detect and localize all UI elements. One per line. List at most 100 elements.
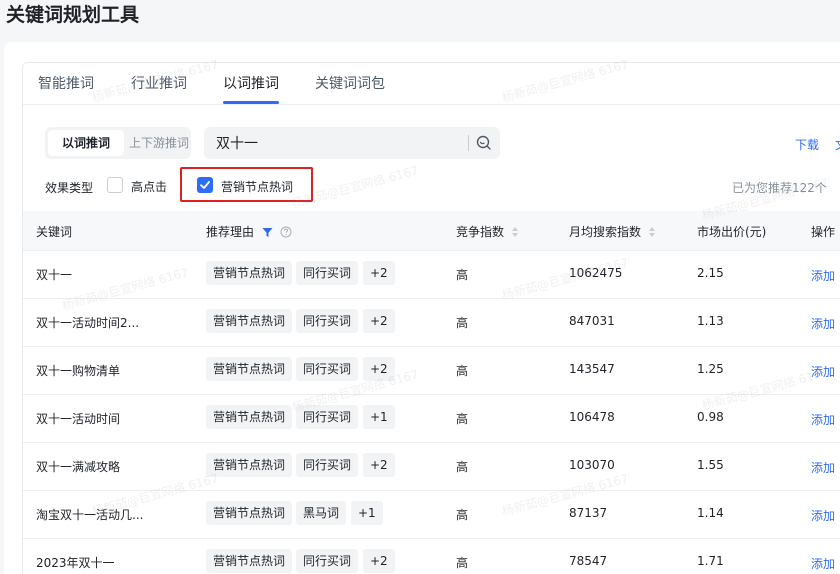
monthly-search-cell: 143547	[569, 362, 615, 376]
reason-tag: 营销节点热词	[206, 453, 293, 477]
download-link[interactable]: 下载	[795, 136, 819, 153]
reason-tag-more[interactable]: +2	[363, 261, 395, 285]
reason-tag: 同行买词	[296, 357, 359, 381]
sort-icon[interactable]	[511, 226, 519, 241]
reason-tag-more[interactable]: +1	[351, 501, 383, 525]
market-bid-cell: 1.14	[697, 506, 724, 520]
table-header: 关键词 推荐理由 竞争指数 月均搜索指数 市场出价(元) 操作	[23, 211, 840, 251]
checkbox-box[interactable]	[107, 177, 123, 193]
checkbox-marketing-hot[interactable]: 营销节点热词	[197, 175, 307, 195]
reason-tag-more[interactable]: +1	[363, 405, 395, 429]
market-bid-cell: 1.55	[697, 458, 724, 472]
tab-keyword-package[interactable]: 关键词词包	[315, 74, 385, 94]
keyword-cell: 双十一	[36, 268, 73, 282]
keyword-cell: 淘宝双十一活动几...	[36, 508, 144, 522]
help-icon[interactable]	[280, 226, 292, 241]
add-button[interactable]: 添加	[811, 315, 835, 332]
reason-tag: 营销节点热词	[206, 501, 293, 525]
reason-tag: 同行买词	[296, 549, 359, 573]
reason-tag: 营销节点热词	[206, 309, 293, 333]
reason-tag: 营销节点热词	[206, 261, 293, 285]
reason-tag-more[interactable]: +2	[363, 453, 395, 477]
tab-smart-recommend[interactable]: 智能推词	[38, 74, 94, 94]
add-button[interactable]: 添加	[811, 267, 835, 284]
competition-cell: 高	[456, 508, 469, 522]
table-row: 双十一 营销节点热词 同行买词 +2 高 1062475 2.15 添加	[23, 251, 840, 299]
reason-tag: 同行买词	[296, 405, 359, 429]
add-button[interactable]: 添加	[811, 555, 835, 572]
col-monthly-search[interactable]: 月均搜索指数	[569, 223, 656, 241]
monthly-search-cell: 87137	[569, 506, 608, 520]
search-input[interactable]	[216, 127, 456, 159]
table-row: 双十一购物清单 营销节点热词 同行买词 +2 高 143547 1.25 添加	[23, 347, 840, 395]
competition-cell: 高	[456, 460, 469, 474]
search-icon[interactable]	[474, 133, 494, 153]
monthly-search-cell: 847031	[569, 314, 615, 328]
market-bid-cell: 0.98	[697, 410, 724, 424]
search-divider	[468, 135, 469, 151]
keyword-search-box	[204, 127, 500, 159]
add-button[interactable]: 添加	[811, 411, 835, 428]
keyword-planner-panel: 智能推词 行业推词 以词推词 关键词词包 以词推词 上下游推词 下载 文 效果类…	[22, 62, 840, 574]
competition-cell: 高	[456, 316, 469, 330]
reason-tag: 同行买词	[296, 261, 359, 285]
reason-tag: 黑马词	[296, 501, 347, 525]
reason-tag: 同行买词	[296, 453, 359, 477]
mode-updown-recommend[interactable]: 上下游推词	[129, 130, 189, 156]
effect-type-label: 效果类型	[45, 181, 94, 195]
extra-action-link[interactable]: 文	[835, 136, 840, 153]
col-keyword: 关键词	[36, 225, 73, 239]
monthly-search-cell: 78547	[569, 554, 608, 568]
reason-tag: 营销节点热词	[206, 549, 293, 573]
reason-tag: 营销节点热词	[206, 405, 293, 429]
keyword-cell: 双十一满减攻略	[36, 460, 121, 474]
add-button[interactable]: 添加	[811, 459, 835, 476]
monthly-search-cell: 1062475	[569, 266, 623, 280]
tab-word-recommend[interactable]: 以词推词	[223, 74, 279, 94]
col-market-bid: 市场出价(元)	[697, 225, 767, 239]
col-competition[interactable]: 竞争指数	[456, 223, 519, 241]
competition-cell: 高	[456, 268, 469, 282]
reason-tag-more[interactable]: +2	[363, 357, 395, 381]
checkbox-box-checked[interactable]	[197, 177, 213, 193]
checkbox-label: 高点击	[131, 180, 168, 194]
add-button[interactable]: 添加	[811, 507, 835, 524]
competition-cell: 高	[456, 556, 469, 570]
table-row: 2023年双十一 营销节点热词 同行买词 +2 高 78547 1.71 添加	[23, 539, 840, 574]
reason-tag-more[interactable]: +2	[363, 309, 395, 333]
monthly-search-cell: 103070	[569, 458, 615, 472]
checkbox-high-click[interactable]: 高点击	[107, 175, 177, 195]
competition-cell: 高	[456, 364, 469, 378]
active-tab-indicator	[223, 101, 279, 104]
keyword-cell: 双十一购物清单	[36, 364, 121, 378]
check-icon	[200, 181, 210, 189]
filter-icon[interactable]	[262, 227, 273, 241]
col-reason: 推荐理由	[206, 223, 292, 241]
keyword-cell: 2023年双十一	[36, 556, 115, 570]
table-row: 双十一活动时间 营销节点热词 同行买词 +1 高 106478 0.98 添加	[23, 395, 840, 443]
table-row: 双十一满减攻略 营销节点热词 同行买词 +2 高 103070 1.55 添加	[23, 443, 840, 491]
table-row: 淘宝双十一活动几... 营销节点热词 黑马词 +1 高 87137 1.14 添…	[23, 491, 840, 539]
col-action: 操作	[811, 225, 836, 239]
checkbox-label: 营销节点热词	[221, 180, 294, 194]
reason-tag-more[interactable]: +2	[363, 549, 395, 573]
reason-tag: 同行买词	[296, 309, 359, 333]
mode-switch: 以词推词 上下游推词	[45, 127, 191, 159]
competition-cell: 高	[456, 412, 469, 426]
tab-industry-recommend[interactable]: 行业推词	[131, 74, 187, 94]
keyword-cell: 双十一活动时间	[36, 412, 121, 426]
reason-tag: 营销节点热词	[206, 357, 293, 381]
tab-bar: 智能推词 行业推词 以词推词 关键词词包	[23, 63, 840, 105]
sort-icon[interactable]	[648, 226, 656, 241]
market-bid-cell: 1.71	[697, 554, 724, 568]
market-bid-cell: 2.15	[697, 266, 724, 280]
add-button[interactable]: 添加	[811, 363, 835, 380]
market-bid-cell: 1.13	[697, 314, 724, 328]
recommend-count-note: 已为您推荐122个	[732, 181, 827, 195]
keyword-cell: 双十一活动时间2...	[36, 316, 140, 330]
market-bid-cell: 1.25	[697, 362, 724, 376]
table-row: 双十一活动时间2... 营销节点热词 同行买词 +2 高 847031 1.13…	[23, 299, 840, 347]
page-title: 关键词规划工具	[6, 4, 140, 26]
mode-word-recommend[interactable]: 以词推词	[48, 130, 124, 156]
monthly-search-cell: 106478	[569, 410, 615, 424]
